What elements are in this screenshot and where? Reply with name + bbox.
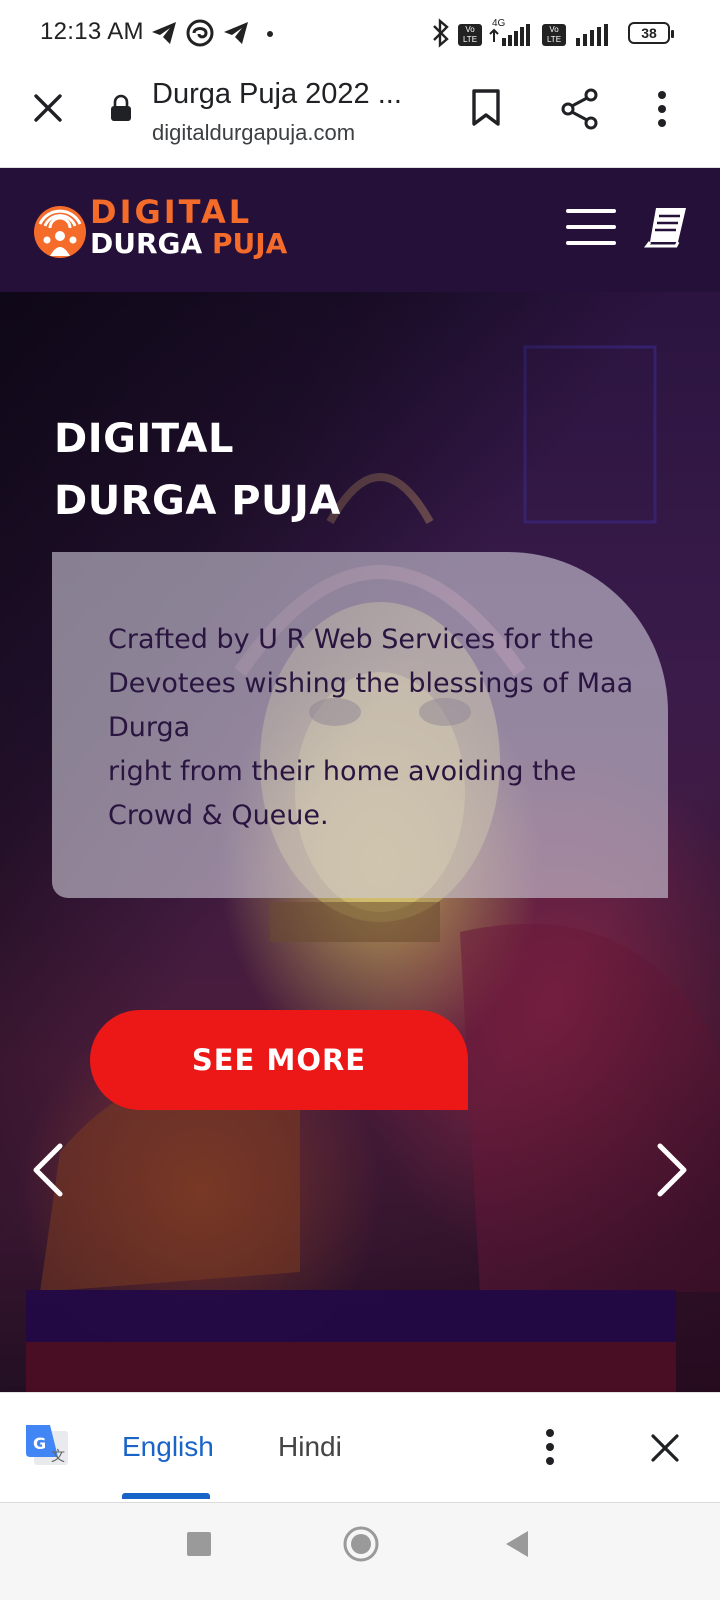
- bluetooth-icon: [433, 18, 449, 48]
- translate-bar: G 文 English Hindi: [0, 1392, 720, 1502]
- chevron-left-icon[interactable]: [30, 1142, 66, 1198]
- content-strip-2: [26, 1342, 676, 1392]
- language-tab-hindi[interactable]: Hindi: [278, 1431, 342, 1463]
- svg-text:G: G: [33, 1434, 46, 1453]
- back-triangle-icon[interactable]: [504, 1529, 530, 1559]
- selected-language-indicator: [122, 1493, 210, 1499]
- url-text[interactable]: digitaldurgapuja.com: [152, 120, 355, 146]
- volte-icon: Vo LTE: [458, 24, 482, 46]
- close-icon[interactable]: [650, 1433, 680, 1463]
- browser-toolbar: Durga Puja 2022 ... digitaldurgapuja.com: [0, 66, 720, 168]
- lock-icon: [111, 94, 131, 121]
- logo-emblem-icon: [34, 206, 86, 258]
- dot-icon: [267, 31, 273, 37]
- menu-icon[interactable]: [566, 208, 616, 246]
- description-line: Durga: [108, 712, 191, 743]
- description-line: Crafted by U R Web Services for the: [108, 624, 594, 655]
- description-line: Crowd & Queue.: [108, 800, 329, 831]
- home-circle-icon[interactable]: [342, 1525, 380, 1563]
- status-bar: 12:13 AM Vo LTE 4G Vo LTE 38: [0, 0, 720, 66]
- logo-word-puja: PUJA: [211, 227, 288, 260]
- telegram-icon: [152, 22, 176, 44]
- language-tab-english[interactable]: English: [122, 1431, 214, 1463]
- logo-line-2: DURGA PUJA: [90, 228, 287, 260]
- description-line: right from their home avoiding the: [108, 756, 577, 787]
- signal-icon-2: [576, 24, 608, 46]
- book-icon[interactable]: [644, 204, 690, 250]
- telegram-icon-2: [224, 22, 248, 44]
- hero-title-line-1: DIGITAL: [54, 416, 234, 462]
- recents-square-icon[interactable]: [186, 1531, 212, 1557]
- volte-icon-2: Vo LTE: [542, 24, 566, 46]
- threads-icon: [186, 19, 214, 47]
- see-more-button[interactable]: SEE MORE: [90, 1010, 468, 1110]
- google-translate-icon: G 文: [26, 1425, 68, 1465]
- description-text: Crafted by U R Web Services for the Devo…: [108, 618, 648, 838]
- logo-word-durga: DURGA: [90, 227, 203, 260]
- site-logo[interactable]: DIGITAL DURGA PUJA: [30, 193, 310, 266]
- signal-icon: [489, 24, 530, 46]
- description-line: Devotees wishing the blessings of Maa: [108, 668, 634, 699]
- hero-title-line-2: DURGA PUJA: [54, 478, 341, 524]
- page-title[interactable]: Durga Puja 2022 ...: [152, 78, 402, 111]
- chevron-right-icon[interactable]: [654, 1142, 690, 1198]
- bookmark-icon[interactable]: [470, 88, 502, 128]
- more-vert-icon[interactable]: [544, 1429, 556, 1465]
- website-viewport: DIGITAL DURGA PUJA DIGITAL DURGA PUJA Cr…: [0, 168, 720, 1392]
- battery-icon: 38: [628, 22, 674, 44]
- hero-title: DIGITAL DURGA PUJA: [54, 408, 341, 532]
- site-header: DIGITAL DURGA PUJA: [0, 168, 720, 292]
- more-vert-icon[interactable]: [656, 90, 668, 128]
- svg-text:文: 文: [51, 1449, 65, 1465]
- share-icon[interactable]: [560, 88, 600, 130]
- close-icon[interactable]: [32, 92, 64, 124]
- system-navigation-bar: [0, 1502, 720, 1600]
- logo-line-1: DIGITAL: [90, 193, 253, 231]
- content-strip: [26, 1290, 676, 1342]
- status-time: 12:13 AM: [40, 18, 144, 45]
